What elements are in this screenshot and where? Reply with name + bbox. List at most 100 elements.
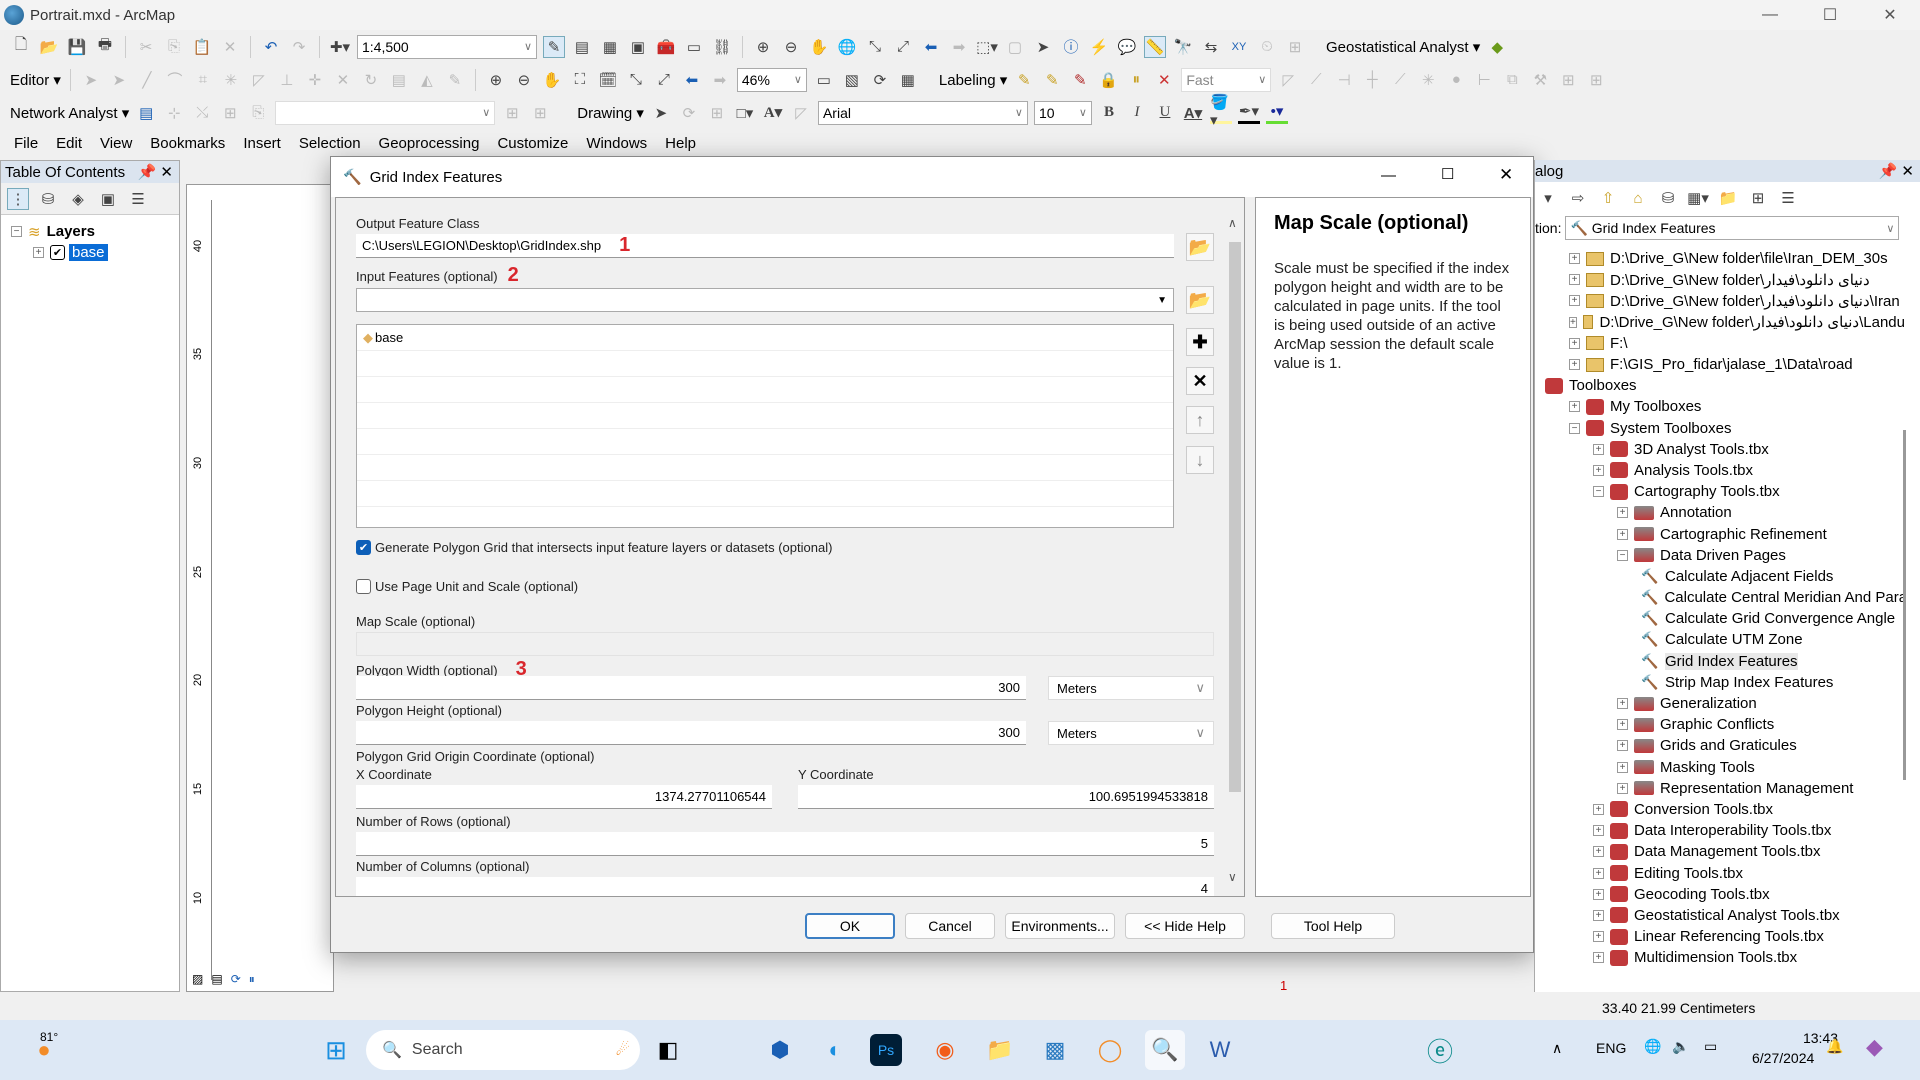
layer-name[interactable]: base <box>69 244 108 261</box>
text-tool-icon[interactable]: A▾ <box>762 102 784 124</box>
font-size-combo[interactable]: 10 ∨ <box>1033 100 1092 125</box>
pin-icon[interactable]: 📌 <box>1879 163 1898 180</box>
menu-insert[interactable]: Insert <box>243 135 281 152</box>
output-feature-class-input[interactable]: C:\Users\LEGION\Desktop\GridIndex.shp 1 <box>356 234 1174 258</box>
generate-grid-checkbox[interactable]: ✔ <box>356 540 371 555</box>
change-layout-icon[interactable]: ⟳ <box>869 69 891 91</box>
polygon-width-unit-select[interactable]: Meters ∨ <box>1048 676 1214 700</box>
topology-edit-icon[interactable]: ◸ <box>1277 69 1299 91</box>
catalog-tree-item[interactable]: + Data Interoperability Tools.tbx <box>1535 820 1905 841</box>
catalog-tree-item[interactable]: + Geocoding Tools.tbx <box>1535 884 1905 905</box>
menu-edit[interactable]: Edit <box>56 135 82 152</box>
fixed-zoom-in-icon[interactable]: ⤡ <box>864 36 886 58</box>
create-features-icon[interactable]: ✎ <box>444 69 466 91</box>
catalog-scrollbar[interactable] <box>1903 430 1906 780</box>
move-up-icon[interactable]: ↑ <box>1186 406 1214 434</box>
expand-icon[interactable]: + <box>1569 401 1580 413</box>
point-icon[interactable]: ✳ <box>220 69 242 91</box>
cut-polygons-icon[interactable]: ✛ <box>304 69 326 91</box>
select-features-icon[interactable]: ⬚▾ <box>976 36 998 58</box>
add-data-icon[interactable]: ✚▾ <box>329 36 351 58</box>
catalog-tree-item[interactable]: + Generalization <box>1535 693 1905 714</box>
expand-icon[interactable]: + <box>1569 253 1580 265</box>
expand-icon[interactable]: + <box>1617 698 1628 710</box>
catalog-tree-item[interactable]: + F:\ <box>1535 333 1905 354</box>
arcmap-taskbar-icon[interactable]: 🔍 <box>1145 1030 1185 1070</box>
editor-menu[interactable]: Editor ▾ <box>10 71 61 89</box>
app-icon-1[interactable]: ⬢ <box>760 1030 800 1070</box>
find-route-icon[interactable]: ⇆ <box>1200 36 1222 58</box>
zoom-in-icon[interactable]: ⊕ <box>752 36 774 58</box>
browse-output-icon[interactable]: 📂 <box>1186 233 1214 261</box>
print-icon[interactable]: 🖶 <box>94 36 116 58</box>
list-item[interactable]: ◆ base <box>357 325 1173 351</box>
expand-icon[interactable]: + <box>1569 359 1580 371</box>
catalog-tree-item[interactable]: + Graphic Conflicts <box>1535 714 1905 735</box>
dialog-minimize-button[interactable]: — <box>1381 167 1396 184</box>
expand-icon[interactable]: + <box>1593 952 1604 964</box>
catalog-tree-item[interactable]: + D:\Drive_G\New folder\دنیای دانلود\فیدا… <box>1535 269 1905 290</box>
identify-icon[interactable]: ⓘ <box>1060 36 1082 58</box>
model-builder-icon[interactable]: ⛓ <box>711 36 733 58</box>
scroll-up-icon[interactable]: ∧ <box>1228 216 1237 230</box>
end-point-arc-icon[interactable]: ⌒ <box>164 69 186 91</box>
vpn-icon[interactable]: ◯ <box>1090 1030 1130 1070</box>
collapse-icon[interactable]: − <box>1617 549 1628 561</box>
layout-zoom-combo[interactable]: 46% ∨ <box>736 67 807 92</box>
rotate-icon[interactable]: ↻ <box>360 69 382 91</box>
notification-bell-icon[interactable]: 🔔 <box>1826 1038 1843 1055</box>
label-manager-icon[interactable]: ✎ <box>1013 69 1035 91</box>
volume-icon[interactable]: 🔈 <box>1672 1038 1689 1055</box>
network-analyst-window-icon[interactable]: ▤ <box>135 102 157 124</box>
line-color-icon[interactable]: ✒▾ <box>1237 102 1260 124</box>
clear-selection-icon[interactable]: ▢ <box>1004 36 1026 58</box>
zoom-whole-page-icon[interactable]: ⛶ <box>569 69 591 91</box>
windows-start-icon[interactable]: ⊞ <box>316 1030 356 1070</box>
app-icon-2[interactable]: ▩ <box>1035 1030 1075 1070</box>
catalog-tree-item[interactable]: + D:\Drive_G\New folder\دنیای دانلود\فیدا… <box>1535 312 1905 333</box>
expand-icon[interactable]: + <box>1593 909 1604 921</box>
language-indicator[interactable]: ENG <box>1596 1040 1626 1056</box>
catalog-tree-item[interactable]: + D:\Drive_G\New folder\file\Iran_DEM_30s <box>1535 248 1905 269</box>
menu-bookmarks[interactable]: Bookmarks <box>150 135 225 152</box>
catalog-tree-item[interactable]: 🔨 Calculate Central Meridian And Para <box>1535 587 1905 608</box>
catalog-tree-item[interactable]: 🔨 Strip Map Index Features <box>1535 672 1905 693</box>
delete-icon[interactable]: ✕ <box>219 36 241 58</box>
close-button[interactable]: ✕ <box>1860 0 1920 30</box>
sketch-properties-icon[interactable]: ◭ <box>416 69 438 91</box>
scroll-down-icon[interactable]: ∨ <box>1228 870 1237 884</box>
forward-extent-icon[interactable]: ➡ <box>948 36 970 58</box>
extend-icon[interactable]: ⊣ <box>1333 69 1355 91</box>
menu-geoprocessing[interactable]: Geoprocessing <box>379 135 480 152</box>
menu-selection[interactable]: Selection <box>299 135 361 152</box>
directions-icon[interactable]: ⎘ <box>247 102 269 124</box>
straight-segment-icon[interactable]: ╱ <box>136 69 158 91</box>
catalog-tree-item[interactable]: − System Toolboxes <box>1535 418 1905 439</box>
search-window-icon[interactable]: ▣ <box>627 36 649 58</box>
expand-icon[interactable]: + <box>1593 443 1604 455</box>
catalog-tree-item[interactable]: + Analysis Tools.tbx <box>1535 460 1905 481</box>
toc-layer[interactable]: + ✔ base <box>11 242 179 263</box>
edit-vertices-icon[interactable]: ◸ <box>248 69 270 91</box>
catalog-tree-item[interactable]: + Grids and Graticules <box>1535 735 1905 756</box>
html-popup-icon[interactable]: 💬 <box>1116 36 1138 58</box>
underline-button[interactable]: U <box>1154 102 1176 124</box>
catalog-tree-item[interactable]: + Annotation <box>1535 502 1905 523</box>
label-quality-combo[interactable]: Fast ∨ <box>1181 67 1272 92</box>
catalog-tree-item[interactable]: + Masking Tools <box>1535 757 1905 778</box>
catalog-tree-item[interactable]: +3D Analyst Tools.tbx <box>1535 439 1905 460</box>
catalog-tree-item[interactable]: 🔨 Calculate UTM Zone <box>1535 629 1905 650</box>
polygon-height-input[interactable]: 300 <box>356 721 1026 745</box>
catalog-tree-item[interactable]: − Cartography Tools.tbx <box>1535 481 1905 502</box>
expand-icon[interactable]: + <box>33 247 44 258</box>
cancel-button[interactable]: Cancel <box>905 913 995 939</box>
font-color-icon[interactable]: A▾ <box>1182 102 1204 124</box>
advanced-edit-icon[interactable]: ⟋ <box>1305 69 1327 91</box>
rectangle-shape-icon[interactable]: □▾ <box>734 102 756 124</box>
build-network-icon[interactable]: ⊞ <box>501 102 523 124</box>
catalog-options-icon[interactable]: ☰ <box>1777 187 1799 209</box>
fixed-zoom-in-layout-icon[interactable]: ⤡ <box>625 69 647 91</box>
expand-icon[interactable]: + <box>1593 846 1604 858</box>
collapse-icon[interactable]: − <box>1569 422 1580 434</box>
catalog-tree-item[interactable]: 🔨 Calculate Adjacent Fields <box>1535 566 1905 587</box>
